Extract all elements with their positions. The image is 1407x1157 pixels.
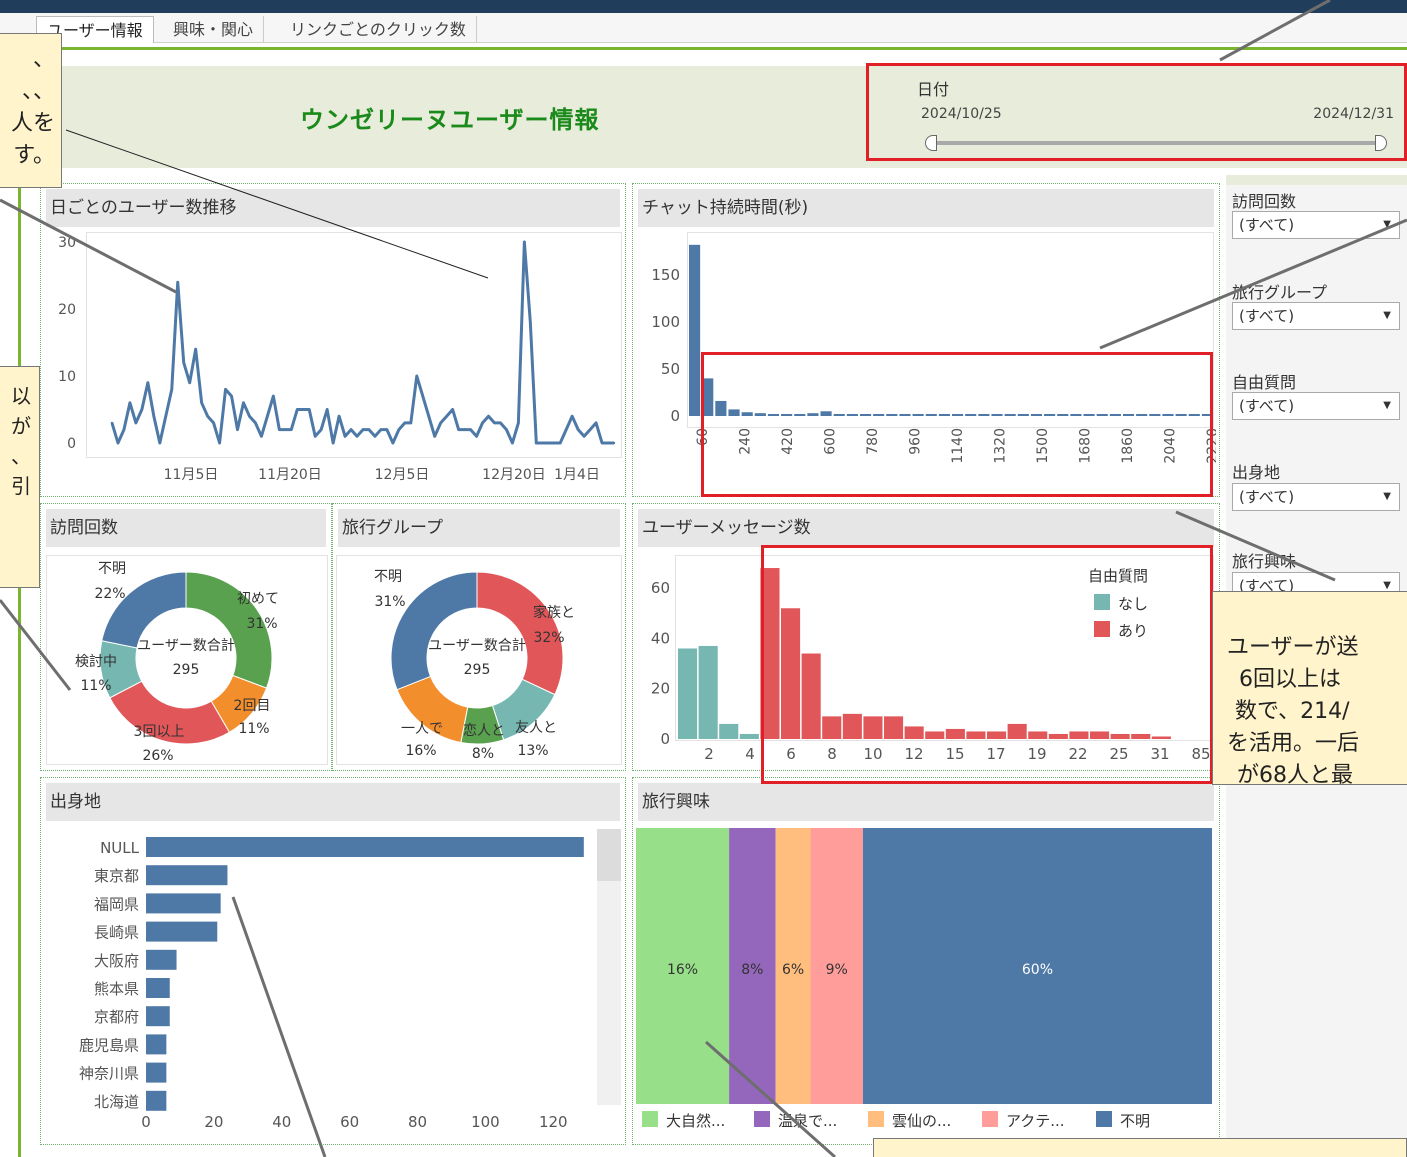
callout-lines [0, 0, 1407, 1157]
callout-line [1175, 510, 1336, 582]
callout-line [65, 129, 489, 279]
dashboard-window: ユーザー情報 興味・関心 リンクごとのクリック数 ウンゼリーヌユーザー情報 日付… [0, 0, 1407, 1157]
callout-line [1099, 218, 1407, 350]
callout-line [705, 1040, 836, 1157]
callout-line [231, 896, 327, 1157]
callout-line [0, 599, 72, 691]
callout-line [1219, 0, 1331, 62]
callout-line [0, 198, 177, 294]
